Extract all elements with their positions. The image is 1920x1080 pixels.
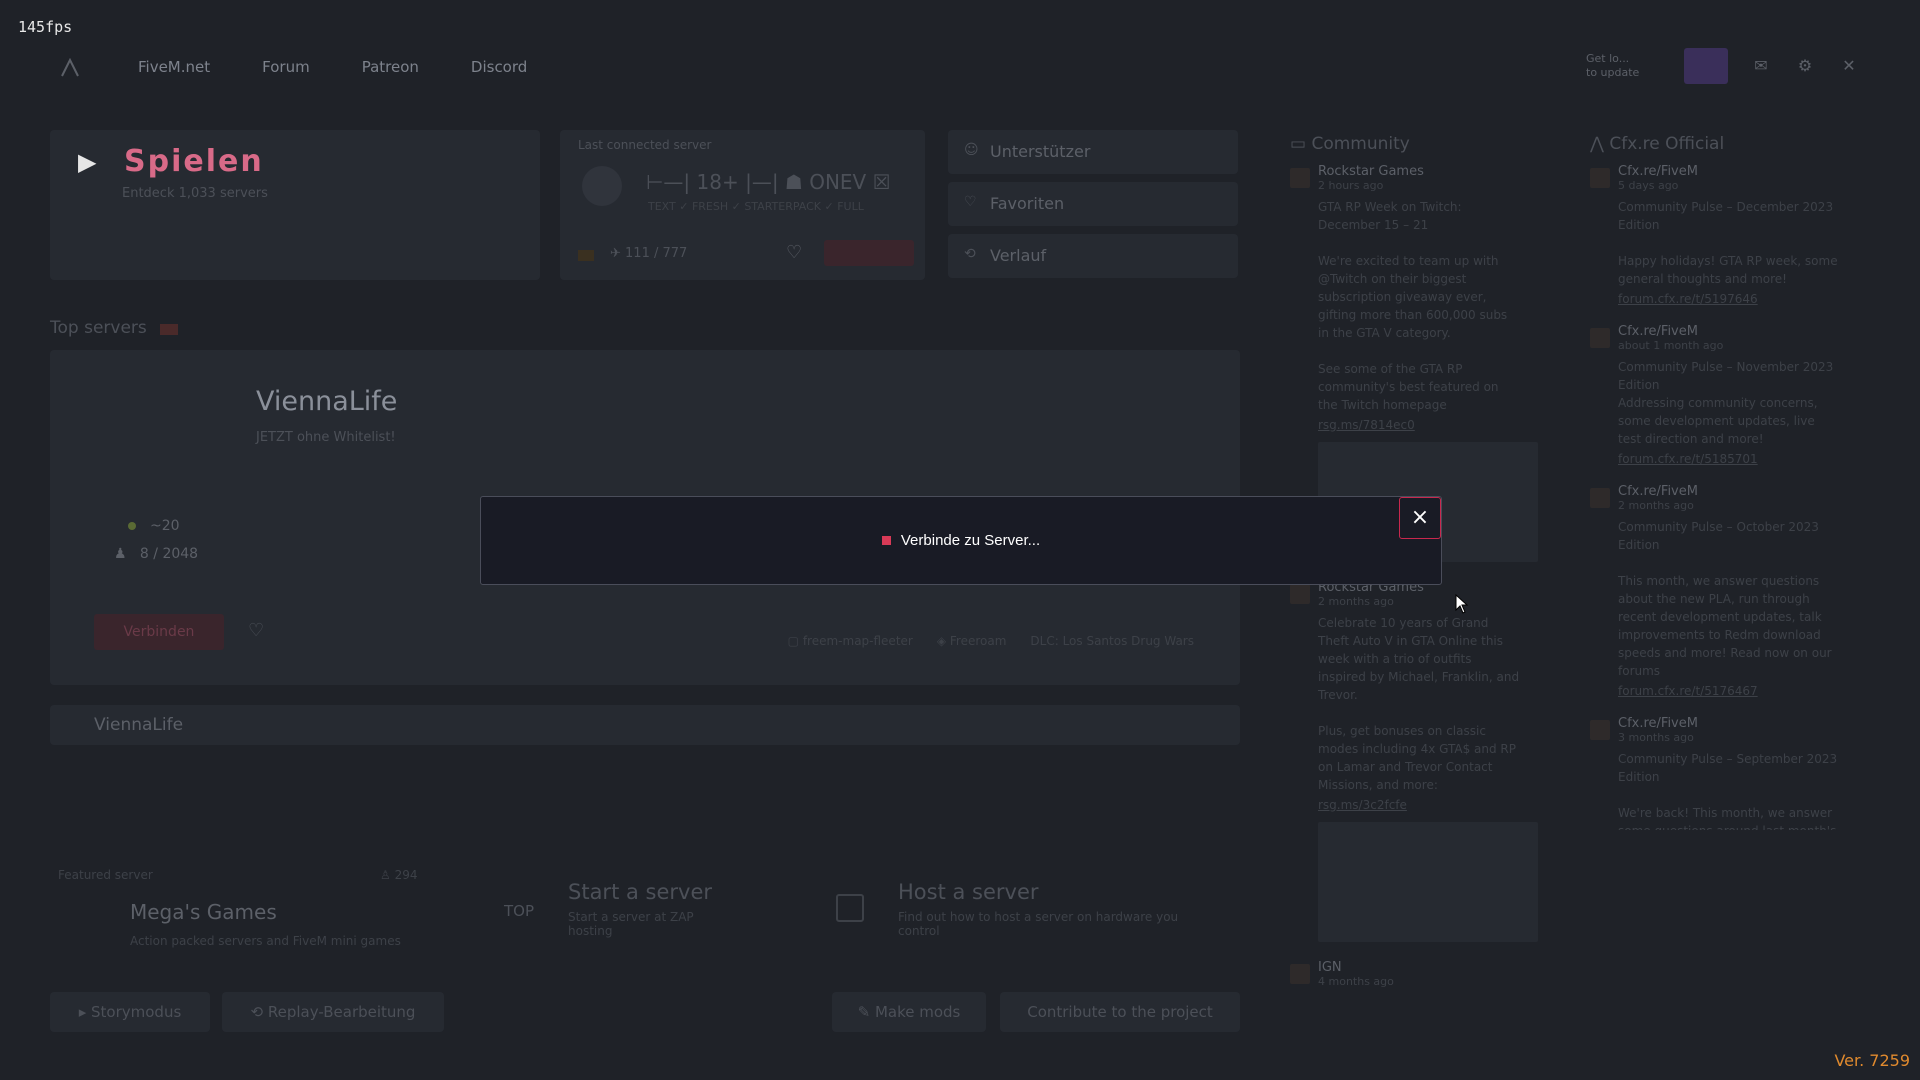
fps-counter: 145fps	[18, 18, 73, 36]
connecting-dialog: Verbinde zu Server... ×	[480, 496, 1442, 585]
mouse-cursor-icon	[1455, 594, 1469, 614]
connection-status: Verbinde zu Server...	[481, 497, 1441, 584]
status-indicator-icon	[881, 536, 891, 545]
close-button[interactable]: ×	[1399, 497, 1441, 539]
version-label: Ver. 7259	[1834, 1051, 1910, 1070]
status-text: Verbinde zu Server...	[900, 532, 1041, 549]
close-icon: ×	[1410, 505, 1430, 530]
